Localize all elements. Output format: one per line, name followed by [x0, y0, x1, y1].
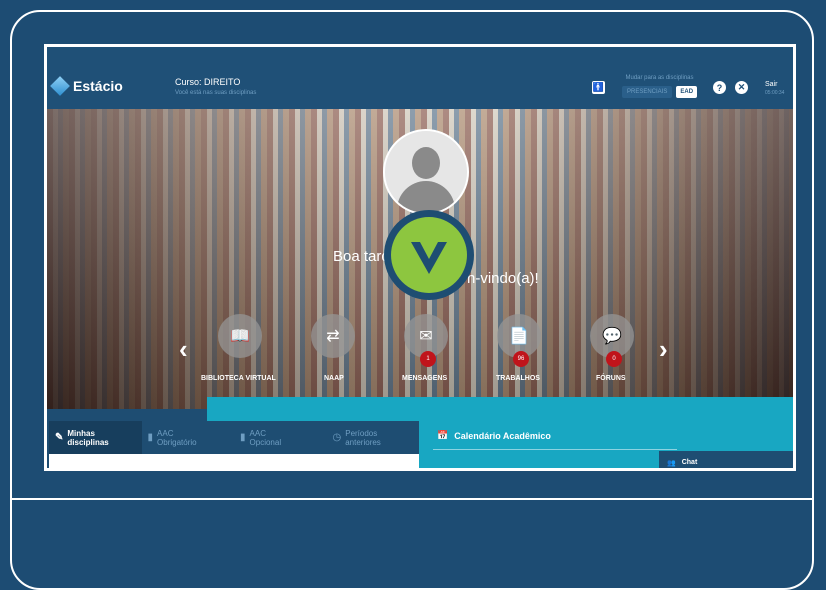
- logo-text: Estácio: [73, 78, 123, 94]
- checkmark-badge: [384, 210, 474, 300]
- tab-label-line1: Minhas: [67, 428, 95, 438]
- tab-label-line1: AAC: [249, 428, 266, 438]
- clock-icon: ◷: [332, 432, 342, 443]
- greeting-text: Boa tard: [333, 248, 390, 265]
- accessibility-icon[interactable]: 🚹: [592, 81, 605, 94]
- calendar-divider: [433, 449, 677, 450]
- tab-label-line2: disciplinas: [67, 437, 109, 447]
- top-bar: Estácio Curso: DIREITO Você está nas sua…: [47, 47, 793, 109]
- tab-content-area: [49, 454, 419, 468]
- bookmark-icon: ▮: [240, 432, 246, 443]
- book-icon: 📖: [230, 328, 250, 345]
- carousel-next-button[interactable]: ›: [659, 334, 668, 365]
- welcome-text: n-vindo(a)!: [467, 270, 539, 287]
- presencial-button[interactable]: PRESENCIAIS: [622, 86, 673, 98]
- tab-aac-obrigatorio[interactable]: ▮ AAC Obrigatório: [142, 421, 235, 454]
- carousel-prev-button[interactable]: ‹: [179, 334, 188, 365]
- tab-label-line2: Obrigatório: [157, 437, 197, 447]
- course-title: Curso: DIREITO: [175, 77, 241, 87]
- exit-button[interactable]: Sair 05:00:34: [765, 81, 784, 96]
- calendar-title: Calendário Acadêmico: [454, 430, 551, 441]
- frame-divider: [12, 498, 812, 500]
- bookmark-icon: ▮: [147, 432, 154, 443]
- discipline-tabs: ✎ Minhas disciplinas ▮ AAC Obrigatório ▮ A…: [49, 421, 419, 454]
- foruns-badge: 0: [606, 351, 622, 367]
- chat-button[interactable]: 👥 Chat: [659, 451, 793, 468]
- mode-label: Mudar para as disciplinas: [625, 75, 694, 81]
- tab-label-line2: Opcional: [249, 437, 282, 447]
- notebook-icon: ✎: [55, 432, 64, 443]
- course-info: Curso: DIREITO Você está nas suas discip…: [175, 77, 256, 96]
- envelope-icon: ✉: [419, 328, 433, 345]
- session-timer: 05:00:34: [765, 90, 785, 96]
- trabalhos-badge: 96: [513, 351, 529, 367]
- avatar-head: [412, 147, 440, 179]
- hero-banner: Boa tard n-vindo(a)! ‹ › 📖 BIBLIOTECA VI…: [47, 109, 793, 409]
- trabalhos-label: TRABALHOS: [496, 375, 540, 382]
- biblioteca-virtual-label: BIBLIOTECA VIRTUAL: [201, 375, 276, 382]
- check-icon: [391, 217, 467, 293]
- tab-label-line2: anteriores: [345, 437, 381, 447]
- estacio-logo[interactable]: Estácio: [50, 76, 123, 96]
- help-icon[interactable]: ?: [713, 81, 726, 94]
- naap-label: NAAP: [324, 375, 344, 382]
- tab-label-line1: Períodos: [345, 428, 378, 438]
- avatar[interactable]: [383, 129, 469, 215]
- document-icon: 📄: [509, 328, 529, 345]
- chat-label: Chat: [681, 459, 698, 466]
- mensagens-badge: 1: [420, 351, 436, 367]
- tab-periodos-anteriores[interactable]: ◷ Períodos anteriores: [327, 421, 420, 454]
- screenshot-window: Estácio Curso: DIREITO Você está nas sua…: [44, 44, 796, 471]
- naap-button[interactable]: ⇄: [311, 314, 355, 358]
- calendar-icon: 📅: [437, 430, 449, 440]
- foruns-label: FÓRUNS: [596, 375, 626, 382]
- users-icon: 👥: [667, 459, 676, 467]
- chat-bubbles-icon: 💬: [602, 328, 622, 345]
- exit-icon[interactable]: ✕: [735, 81, 748, 94]
- exchange-icon: ⇄: [326, 328, 340, 345]
- tab-aac-opcional[interactable]: ▮ AAC Opcional: [234, 421, 327, 454]
- diamond-logo-icon: [50, 76, 70, 96]
- biblioteca-virtual-button[interactable]: 📖: [218, 314, 262, 358]
- course-subtitle: Você está nas suas disciplinas: [175, 90, 257, 96]
- tab-label-line1: AAC: [157, 428, 174, 438]
- ead-button[interactable]: EAD: [676, 86, 698, 98]
- mensagens-label: MENSAGENS: [402, 375, 448, 382]
- calendar-heading[interactable]: 📅 Calendário Acadêmico: [437, 430, 551, 441]
- exit-label: Sair: [765, 81, 778, 88]
- tab-minhas-disciplinas[interactable]: ✎ Minhas disciplinas: [49, 421, 142, 454]
- mode-switch: Mudar para as disciplinas PRESENCIAIS EA…: [622, 75, 698, 98]
